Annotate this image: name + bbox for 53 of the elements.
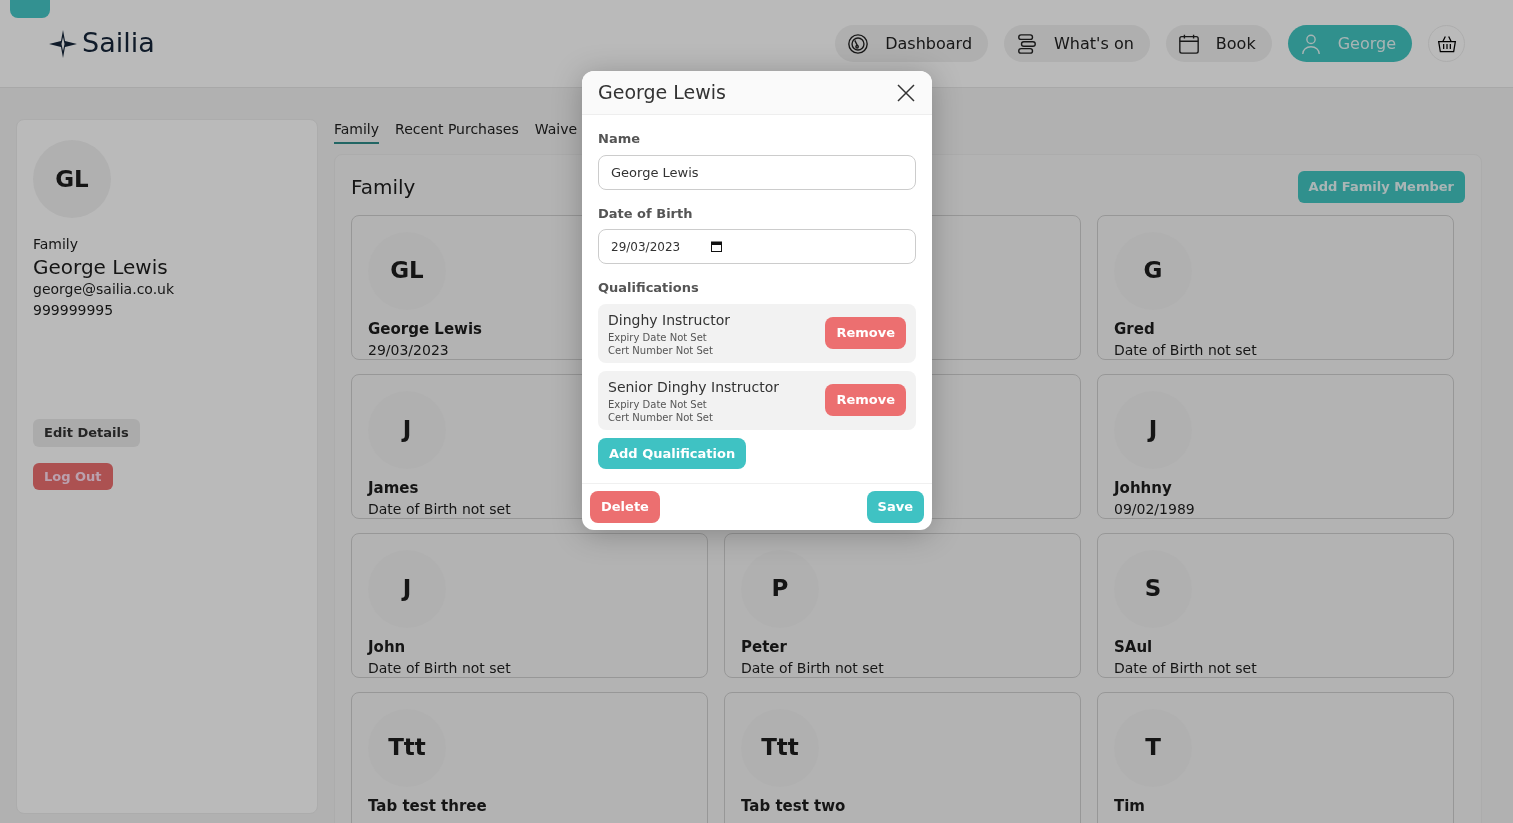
calendar-icon — [1177, 32, 1200, 55]
member-name: George Lewis — [368, 318, 482, 340]
member-dob: Date of Birth not set — [368, 500, 511, 519]
member-card[interactable]: Ttt Tab test three — [351, 691, 708, 823]
date-field[interactable]: 29/03/2023 — [598, 229, 916, 264]
user-icon — [1299, 32, 1322, 55]
member-name: Johhny — [1114, 477, 1172, 499]
close-icon[interactable] — [896, 82, 916, 103]
member-dob: 29/03/2023 — [368, 341, 449, 360]
member-name: Tab test two — [741, 795, 846, 817]
member-name: James — [368, 477, 419, 499]
member-dob: Date of Birth not set — [1114, 659, 1257, 678]
profile-button[interactable]: Edit Details — [33, 419, 140, 447]
member-dob: 09/02/1989 — [1114, 500, 1195, 519]
member-name: Tab test three — [368, 795, 487, 817]
profile-phone: 999999995 — [33, 301, 115, 320]
member-name: Gred — [1114, 318, 1155, 340]
member-card[interactable]: J John Date of Birth not set — [351, 532, 708, 678]
stacked-bars-icon — [1016, 32, 1039, 55]
member-name: Peter — [741, 636, 787, 658]
member-name: SAul — [1114, 636, 1153, 658]
member-dob: Date of Birth not set — [368, 659, 511, 678]
profile-name: George Lewis — [33, 255, 169, 279]
member-card[interactable]: S SAul Date of Birth not set — [1097, 532, 1454, 678]
member-card[interactable]: T Tim — [1097, 691, 1454, 823]
member-card[interactable]: P Peter Date of Birth not set — [724, 532, 1081, 678]
expiry-text: Expiry Date Not Set — [608, 330, 708, 344]
nav-button[interactable]: What's on — [1004, 25, 1150, 62]
field-label: Name — [598, 130, 641, 148]
expiry-text: Expiry Date Not Set — [608, 397, 708, 411]
avatar-initials: GL — [33, 140, 111, 218]
member-dob: Date of Birth not set — [741, 659, 884, 678]
member-card[interactable]: J Johhny 09/02/1989 — [1097, 373, 1454, 519]
panel-title: Family — [351, 173, 416, 201]
member-card[interactable]: Ttt Tab test two — [724, 691, 1081, 823]
basket-button[interactable] — [1428, 25, 1465, 62]
gauge-icon — [847, 32, 870, 55]
member-name: John — [368, 636, 406, 658]
tab[interactable]: Waive — [534, 119, 578, 144]
modal-title: George Lewis — [598, 80, 726, 106]
section-label: Qualifications — [598, 279, 700, 297]
nav-button[interactable]: Dashboard — [835, 25, 989, 62]
member-card[interactable]: G Gred Date of Birth not set — [1097, 214, 1454, 360]
member-name: Tim — [1114, 795, 1145, 817]
profile-role: Family — [33, 235, 80, 254]
profile-email: george@sailia.co.uk — [33, 280, 176, 299]
tab[interactable]: Family — [334, 119, 380, 144]
tab[interactable]: Recent Purchases — [395, 119, 519, 144]
calendar-icon[interactable] — [711, 241, 722, 252]
member-dob: Date of Birth not set — [1114, 341, 1257, 360]
name-field[interactable]: George Lewis — [598, 154, 916, 190]
nav-button[interactable]: Book — [1165, 25, 1272, 62]
logo-text: Sailia — [82, 26, 155, 61]
